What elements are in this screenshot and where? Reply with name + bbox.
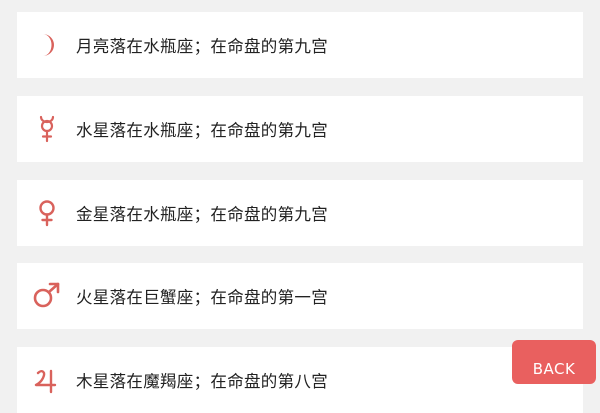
- list-item-label: 月亮落在水瓶座；在命盘的第九宫: [76, 37, 328, 56]
- list-item-mercury[interactable]: 水星落在水瓶座；在命盘的第九宫: [17, 96, 583, 162]
- list-item-moon[interactable]: 月亮落在水瓶座；在命盘的第九宫: [17, 12, 583, 78]
- list-item-jupiter[interactable]: 木星落在魔羯座；在命盘的第八宫: [17, 347, 583, 413]
- venus-icon: [32, 198, 62, 228]
- moon-icon: [32, 30, 62, 60]
- mercury-icon: [32, 114, 62, 144]
- jupiter-icon: [32, 365, 62, 395]
- planet-list: 月亮落在水瓶座；在命盘的第九宫 水星落在水瓶座；在命盘的第九宫 金星落在水瓶座；…: [0, 0, 600, 413]
- mars-icon: [32, 281, 62, 311]
- list-item-label: 火星落在巨蟹座；在命盘的第一宫: [76, 288, 328, 307]
- list-item-label: 水星落在水瓶座；在命盘的第九宫: [76, 121, 328, 140]
- back-button[interactable]: BACK: [512, 340, 596, 384]
- list-item-venus[interactable]: 金星落在水瓶座；在命盘的第九宫: [17, 180, 583, 246]
- list-item-label: 金星落在水瓶座；在命盘的第九宫: [76, 205, 328, 224]
- list-item-mars[interactable]: 火星落在巨蟹座；在命盘的第一宫: [17, 263, 583, 329]
- list-item-label: 木星落在魔羯座；在命盘的第八宫: [76, 372, 328, 391]
